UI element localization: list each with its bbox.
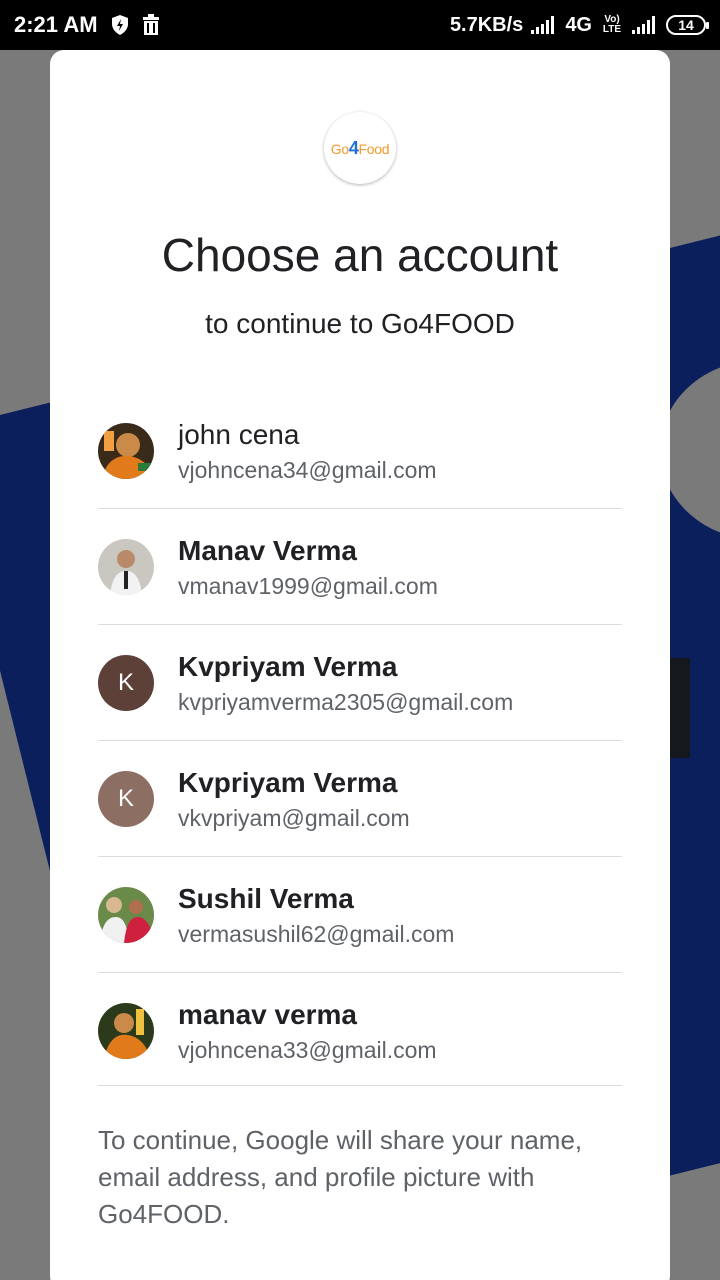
signal-icon [531, 16, 557, 34]
account-item[interactable]: john cena vjohncena34@gmail.com [98, 393, 622, 509]
battery-icon: 14 [666, 15, 709, 35]
trash-icon [142, 14, 160, 36]
account-name: manav verma [178, 999, 358, 1030]
avatar [98, 887, 154, 943]
account-item[interactable]: Sushil Verma vermasushil62@gmail.com [98, 857, 622, 973]
signal-icon [632, 16, 658, 34]
account-email: vjohncena34@gmail.com [178, 457, 437, 483]
account-item[interactable]: Manav Verma vmanav1999@gmail.com [98, 509, 622, 625]
volte-icon: Vo) LTE [602, 14, 622, 35]
account-chooser-dialog: Go4Food Choose an account to continue to… [50, 50, 670, 1280]
avatar: K [98, 655, 154, 711]
account-item[interactable]: K Kvpriyam Verma vkvpriyam@gmail.com [98, 741, 622, 857]
avatar [98, 1003, 154, 1059]
app-logo: Go4Food [324, 112, 396, 184]
dialog-subtitle: to continue to Go4FOOD [205, 308, 515, 339]
consent-disclaimer: To continue, Google will share your name… [98, 1125, 583, 1229]
account-name: Kvpriyam Verma [178, 767, 398, 798]
status-time: 2:21 AM [14, 12, 98, 37]
account-name: Manav Verma [178, 535, 357, 566]
account-name: john cena [178, 419, 300, 450]
status-bar: 2:21 AM 5.7KB/s 4G Vo) LTE 14 [0, 0, 720, 50]
avatar: K [98, 771, 154, 827]
account-email: kvpriyamverma2305@gmail.com [178, 689, 514, 715]
shield-icon [110, 14, 130, 36]
net-speed: 5.7KB/s [449, 13, 524, 36]
account-name: Sushil Verma [178, 883, 354, 914]
account-item[interactable]: manav verma vjohncena33@gmail.com [98, 973, 622, 1086]
account-email: vmanav1999@gmail.com [178, 573, 438, 599]
account-item[interactable]: K Kvpriyam Verma kvpriyamverma2305@gmail… [98, 625, 622, 741]
account-email: vkvpriyam@gmail.com [178, 805, 410, 831]
avatar [98, 423, 154, 479]
account-list: john cena vjohncena34@gmail.com Manav Ve… [98, 393, 622, 1086]
account-email: vjohncena33@gmail.com [178, 1037, 437, 1063]
account-email: vermasushil62@gmail.com [178, 921, 455, 947]
app-logo-text: Go4Food [330, 137, 390, 158]
avatar [98, 539, 154, 595]
account-name: Kvpriyam Verma [178, 651, 398, 682]
dialog-title: Choose an account [161, 229, 559, 281]
network-type: 4G [565, 13, 592, 36]
